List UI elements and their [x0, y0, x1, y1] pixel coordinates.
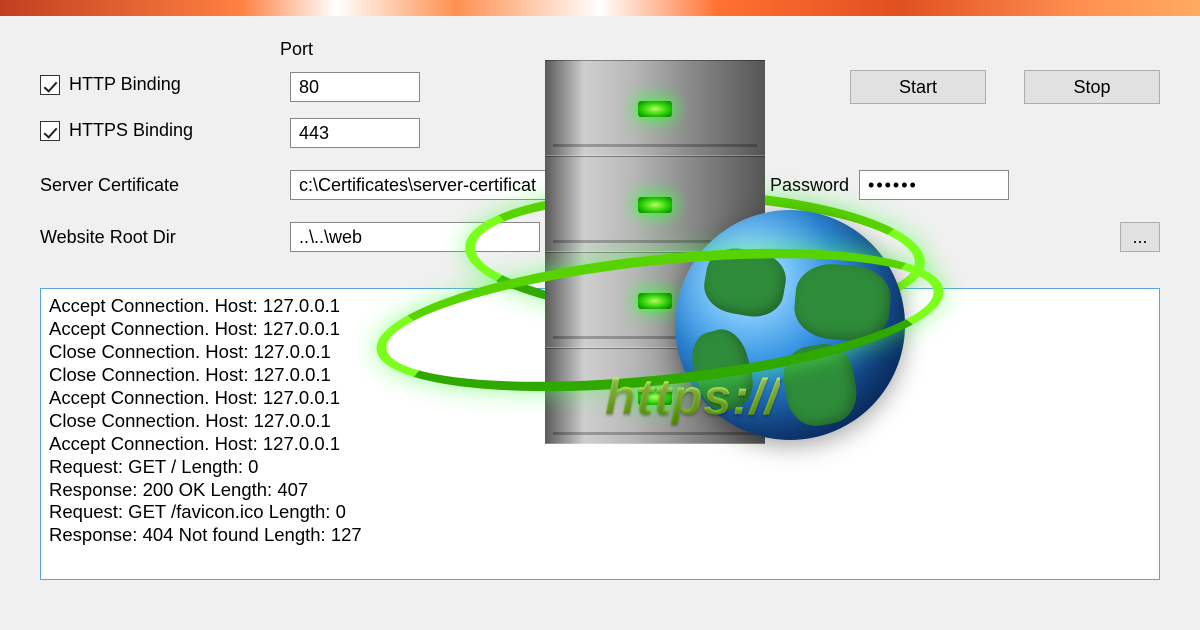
window-titlebar: [0, 0, 1200, 16]
http-binding-label: HTTP Binding: [69, 74, 181, 95]
password-label: Password: [770, 175, 849, 196]
website-root-dir-input[interactable]: [290, 222, 540, 252]
checkbox-icon: [40, 121, 60, 141]
port-column-label: Port: [280, 39, 313, 60]
server-certificate-label: Server Certificate: [40, 175, 179, 195]
log-line: Accept Connection. Host: 127.0.0.1: [49, 433, 1151, 456]
log-line: Close Connection. Host: 127.0.0.1: [49, 364, 1151, 387]
log-line: Accept Connection. Host: 127.0.0.1: [49, 295, 1151, 318]
website-root-dir-label: Website Root Dir: [40, 227, 176, 247]
http-port-input[interactable]: [290, 72, 420, 102]
log-line: Response: 404 Not found Length: 127: [49, 524, 1151, 547]
log-line: Close Connection. Host: 127.0.0.1: [49, 410, 1151, 433]
start-button[interactable]: Start: [850, 70, 986, 104]
https-binding-label: HTTPS Binding: [69, 120, 193, 141]
log-line: Request: GET /favicon.ico Length: 0: [49, 501, 1151, 524]
log-line: Request: GET / Length: 0: [49, 456, 1151, 479]
browse-root-dir-button[interactable]: ...: [1120, 222, 1160, 252]
password-input[interactable]: [859, 170, 1009, 200]
server-log-output[interactable]: Accept Connection. Host: 127.0.0.1Accept…: [40, 288, 1160, 580]
log-line: Response: 200 OK Length: 407: [49, 479, 1151, 502]
https-port-input[interactable]: [290, 118, 420, 148]
log-line: Accept Connection. Host: 127.0.0.1: [49, 318, 1151, 341]
server-certificate-input[interactable]: [290, 170, 620, 200]
checkbox-icon: [40, 75, 60, 95]
http-binding-checkbox[interactable]: HTTP Binding: [40, 74, 181, 95]
stop-button[interactable]: Stop: [1024, 70, 1160, 104]
log-line: Close Connection. Host: 127.0.0.1: [49, 341, 1151, 364]
server-config-form: Port HTTP Binding Start Stop HTTPS Bindi…: [0, 16, 1200, 280]
https-binding-checkbox[interactable]: HTTPS Binding: [40, 120, 193, 141]
log-line: Accept Connection. Host: 127.0.0.1: [49, 387, 1151, 410]
